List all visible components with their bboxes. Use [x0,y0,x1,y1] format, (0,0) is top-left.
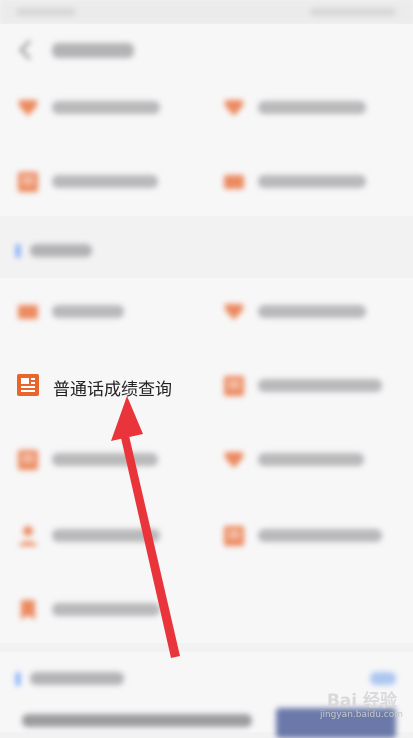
status-bar [0,0,413,24]
service-item[interactable] [222,292,402,332]
nav-header [0,24,413,76]
service-item[interactable] [222,366,402,406]
certificate-icon [19,100,37,116]
service-card-main [0,278,413,643]
bookmark-icon [21,600,35,620]
section-indicator [16,672,20,686]
news-title[interactable] [22,714,252,727]
service-item[interactable] [222,162,402,202]
service-item[interactable] [16,292,196,332]
service-item-label [258,379,382,392]
service-item[interactable] [222,440,402,480]
service-item-label [52,529,160,542]
service-item[interactable] [222,88,402,128]
service-item-label [258,175,366,188]
watermark-sub: jingyan.baidu.com [319,710,403,720]
service-item[interactable] [16,162,196,202]
mandarin-score-query-item[interactable]: 普通话成绩查询 [8,365,188,405]
section-title [30,672,124,685]
service-item-label [52,305,124,318]
envelope-icon [18,305,38,319]
service-item[interactable] [16,440,196,480]
document-icon [18,450,38,470]
service-item-label [258,101,366,114]
section-indicator [16,244,20,258]
service-item-label [52,453,158,466]
service-item[interactable] [16,516,196,556]
document-icon [17,374,39,396]
document-icon [224,526,244,546]
service-item-label [52,101,160,114]
service-item-label [258,453,364,466]
service-item-label [258,305,366,318]
certificate-icon [225,304,243,320]
section-title [30,244,92,257]
certificate-icon [225,100,243,116]
mandarin-score-query-label: 普通话成绩查询 [53,380,172,400]
document-icon [18,172,38,192]
certificate-icon [225,452,243,468]
service-item-label [52,603,160,616]
service-item[interactable] [16,590,196,630]
service-card-top [0,76,413,216]
status-bar-left [16,8,76,16]
document-icon [224,376,244,396]
watermark: Bai 经验 jingyan.baidu.com [317,686,407,726]
section-header [0,226,413,278]
person-icon [19,526,37,546]
service-item-label [258,529,382,542]
back-arrow-icon[interactable] [16,38,36,62]
status-bar-right [310,8,396,16]
watermark-main: Bai 经验 [326,691,397,711]
service-item-label [52,175,158,188]
service-item[interactable] [16,88,196,128]
more-link[interactable] [370,672,396,685]
service-item[interactable] [222,516,402,556]
page-title [52,43,134,58]
envelope-icon [224,175,244,189]
